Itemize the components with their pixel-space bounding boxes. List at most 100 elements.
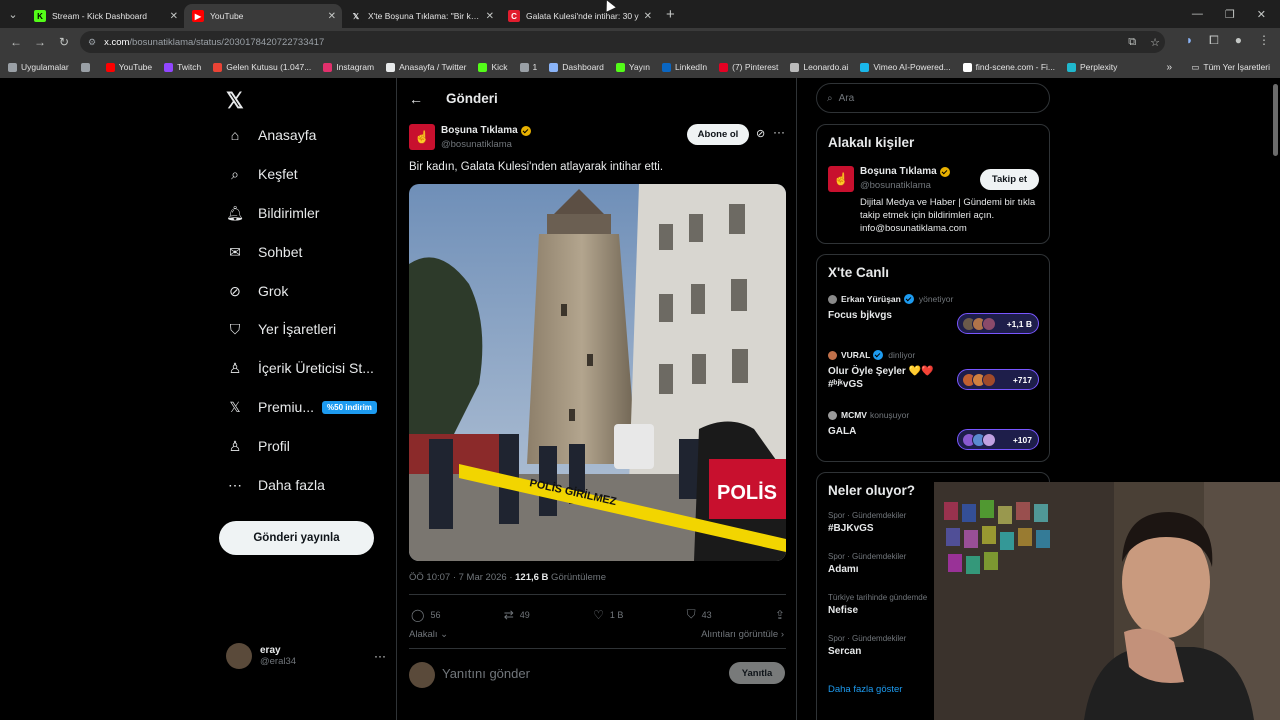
related-name-row[interactable]: Boşuna Tıklama	[860, 166, 950, 177]
tab-search-chevron-icon[interactable]: ⌄	[0, 8, 26, 21]
grok-icon[interactable]: ⊘	[756, 127, 765, 140]
listener-pill[interactable]: +717	[957, 369, 1039, 390]
back-arrow-icon[interactable]: ←	[409, 91, 423, 107]
browser-tab[interactable]: 𝕏 X'te Boşuna Tıklama: "Bir kadın ✕	[342, 4, 500, 28]
nav-item-search[interactable]: ⌕ Keşfet	[226, 165, 298, 183]
all-bookmarks[interactable]: ▭ Tüm Yer İşaretleri	[1191, 62, 1270, 73]
subscribe-button[interactable]: Abone ol	[687, 124, 749, 145]
restore-icon[interactable]: ❐	[1225, 8, 1235, 21]
bookmark-item[interactable]: find-scene.com - Fi...	[962, 62, 1055, 72]
nav-item-home[interactable]: ⌂ Anasayfa	[226, 126, 317, 144]
account-switcher[interactable]: eray @eral34 ···	[226, 643, 386, 669]
related-avatar[interactable]: ☝	[828, 166, 854, 192]
author-name-row[interactable]: Boşuna Tıklama	[441, 125, 531, 136]
bookmark-item[interactable]: Perplexity	[1067, 62, 1117, 72]
bookmark-item[interactable]: Anasayfa / Twitter	[386, 62, 466, 72]
more-icon[interactable]: ···	[374, 649, 386, 663]
close-tab-icon[interactable]: ✕	[328, 11, 336, 22]
related-handle[interactable]: @bosunatiklama	[860, 180, 931, 191]
live-space[interactable]: VURAL dinliyor Olur Öyle Şeyler 💛❤️ #ᵇʲᵏvG…	[828, 350, 958, 391]
bookmark-star-icon[interactable]: ☆	[1150, 36, 1160, 49]
browser-tab[interactable]: ▶ YouTube ✕	[184, 4, 342, 28]
trend-item[interactable]: Spor · Gündemdekiler Sercan	[828, 634, 906, 657]
browser-tab[interactable]: K Stream - Kick Dashboard ✕	[26, 4, 184, 28]
nav-item-mail[interactable]: ✉ Sohbet	[226, 243, 302, 261]
close-window-icon[interactable]: ✕	[1257, 8, 1266, 21]
author-handle[interactable]: @bosunatiklama	[441, 139, 512, 150]
close-tab-icon[interactable]: ✕	[170, 11, 178, 22]
bookmark-item[interactable]: Instagram	[323, 62, 374, 72]
bookmark-action[interactable]: ⛉ 43	[687, 607, 712, 622]
nav-item-bell[interactable]: 🔔︎ Bildirimler	[226, 204, 319, 222]
live-card: X'te Canlı Erkan Yürüşan yönetiyor Focus b…	[816, 254, 1050, 462]
address-bar[interactable]: ⚙ x.com/bosunatiklama/status/20301784207…	[80, 31, 1165, 53]
forward-icon[interactable]: →	[28, 35, 52, 49]
sort-relevant-dropdown[interactable]: Alakalı ⌄	[409, 629, 448, 640]
bookmark-item[interactable]: LinkedIn	[661, 62, 707, 72]
follow-button[interactable]: Takip et	[980, 169, 1039, 190]
extension-icon[interactable]: ◗	[1186, 33, 1193, 48]
bookmark-item[interactable]: Vimeo AI-Powered...	[860, 62, 951, 72]
nav-item-more-circle[interactable]: ⋯ Daha fazla	[226, 476, 325, 494]
reply-action[interactable]: ◯ 56	[411, 607, 440, 622]
nav-item-creator[interactable]: ♙ İçerik Üreticisi St...	[226, 359, 374, 377]
author-avatar[interactable]: ☝	[409, 124, 435, 150]
post-time[interactable]: ÖÖ 10:07 · 7 Mar 2026 ·	[409, 572, 515, 583]
nav-item-label: Sohbet	[258, 244, 303, 260]
site-info-icon[interactable]: ⚙	[88, 37, 96, 48]
listener-pill[interactable]: +1,1 B	[957, 313, 1039, 334]
browser-menu-icon[interactable]: ⋮	[1258, 33, 1270, 48]
bookmark-item[interactable]: Leonardo.ai	[790, 62, 848, 72]
new-tab-button[interactable]: +	[666, 6, 675, 23]
live-space[interactable]: Erkan Yürüşan yönetiyor Focus bjkvgs	[828, 294, 958, 322]
close-tab-icon[interactable]: ✕	[644, 11, 652, 22]
live-host-name: Erkan Yürüşan	[841, 294, 901, 304]
live-host-role: dinliyor	[888, 350, 916, 360]
nav-item-person[interactable]: ♙ Profil	[226, 437, 290, 455]
view-quotes-link[interactable]: Alıntıları görüntüle ›	[701, 629, 784, 640]
search-input[interactable]: ⌕ Ara	[816, 83, 1050, 113]
trend-item[interactable]: Türkiye tarihinde gündemde Nefise	[828, 593, 927, 616]
trend-item[interactable]: Spor · Gündemdekiler #BJKvGS	[828, 511, 906, 534]
scrollbar-thumb[interactable]	[1273, 84, 1278, 156]
nav-item-grok[interactable]: ⊘ Grok	[226, 282, 288, 300]
post-button[interactable]: Gönderi yayınla	[219, 521, 374, 555]
nav-item-bookmark[interactable]: ⛉ Yer İşaretleri	[226, 320, 336, 338]
show-more-link[interactable]: Daha fazla göster	[828, 684, 902, 695]
trend-item[interactable]: Spor · Gündemdekiler Adamı	[828, 552, 906, 575]
bookmark-item[interactable]: (7) Pinterest	[719, 62, 778, 72]
bookmark-item[interactable]: Uygulamalar	[8, 62, 69, 72]
profile-avatar-icon[interactable]: ●	[1235, 33, 1242, 48]
more-bookmarks-icon[interactable]: »	[1166, 62, 1172, 73]
share-action[interactable]: ⇪	[775, 607, 785, 622]
repost-action[interactable]: ⇄ 49	[504, 607, 530, 622]
extensions-puzzle-icon[interactable]: ⧠	[1209, 33, 1219, 48]
bookmark-item[interactable]	[80, 62, 94, 72]
bookmark-item[interactable]: Yayın	[615, 62, 650, 72]
reload-icon[interactable]: ↻	[52, 35, 76, 49]
bookmark-item[interactable]: Dashboard	[549, 62, 604, 72]
bookmark-item[interactable]: Twitch	[164, 62, 201, 72]
reply-button[interactable]: Yanıtla	[729, 662, 785, 684]
grid-icon	[80, 62, 90, 72]
like-action[interactable]: ♡ 1 B	[593, 607, 623, 622]
bookmark-item[interactable]: Kick	[478, 62, 508, 72]
nav-item-x-premium[interactable]: 𝕏 Premiu... %50 indirim	[226, 398, 377, 416]
listener-pill[interactable]: +107	[957, 429, 1039, 450]
install-app-icon[interactable]: ⧉	[1128, 36, 1136, 49]
bookmark-item[interactable]: Gelen Kutusu (1.047...	[213, 62, 311, 72]
bookmark-item[interactable]: 1	[519, 62, 537, 72]
browser-tab[interactable]: C Galata Kulesi'nde intihar: 30 y ✕	[500, 4, 658, 28]
reply-input[interactable]: Yanıtını gönder	[442, 666, 530, 681]
author-name: Boşuna Tıklama	[441, 125, 518, 136]
post-image[interactable]: POLİS POLİS GİRİLMEZ	[409, 184, 786, 561]
more-icon[interactable]: ···	[773, 125, 785, 139]
account-name: eray	[260, 645, 281, 656]
x-logo-icon[interactable]: 𝕏	[226, 88, 244, 114]
bookmark-item[interactable]: YouTube	[105, 62, 152, 72]
back-icon[interactable]: ←	[4, 35, 28, 49]
close-tab-icon[interactable]: ✕	[486, 11, 494, 22]
dashboard-icon	[549, 62, 559, 72]
live-space[interactable]: MCMV konuşuyor GALA	[828, 410, 958, 438]
minimize-icon[interactable]: —	[1192, 8, 1203, 21]
